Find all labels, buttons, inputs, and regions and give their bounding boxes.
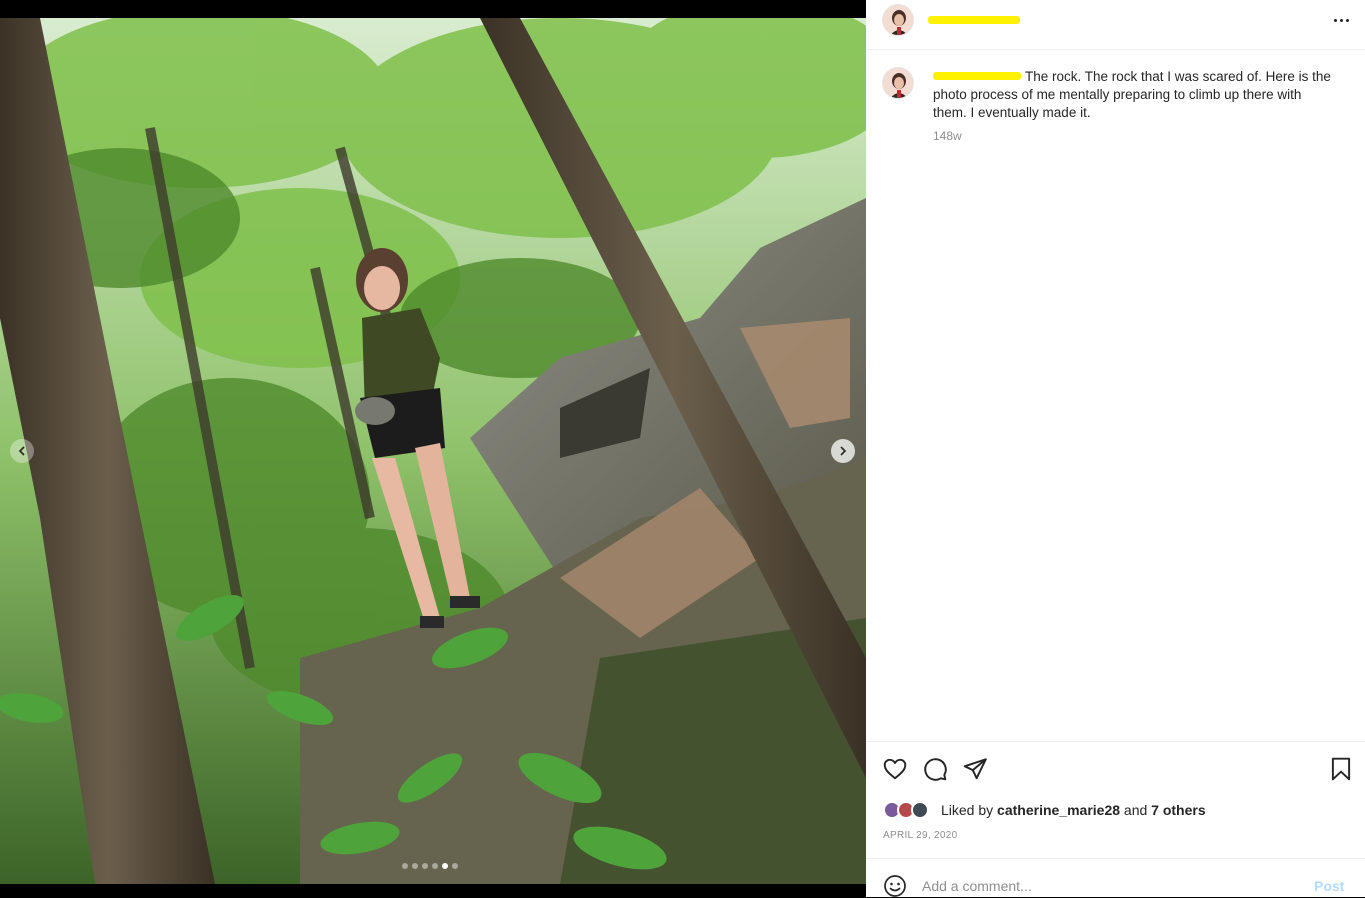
dot — [1345, 18, 1349, 22]
post-comment-button[interactable]: Post — [1314, 878, 1344, 894]
dot — [1339, 18, 1343, 22]
first-liker-link[interactable]: catherine_marie28 — [997, 802, 1120, 818]
avatar-image — [883, 5, 913, 35]
avatar-image — [883, 68, 913, 98]
post-modal: The rock. The rock that I was scared of.… — [0, 0, 1365, 897]
bookmark-icon[interactable] — [1328, 756, 1354, 782]
comment-input[interactable] — [922, 875, 1302, 897]
liked-by-prefix: Liked by — [941, 802, 994, 818]
paper-plane-icon[interactable] — [962, 756, 988, 782]
liked-joiner: and — [1123, 802, 1148, 818]
likes-summary: Liked by catherine_marie28 and 7 others — [883, 800, 1206, 820]
caption-username-redacted[interactable] — [933, 69, 1021, 83]
carousel-dot — [442, 863, 448, 869]
smiley-icon[interactable] — [883, 874, 907, 898]
carousel-prev-button[interactable] — [10, 439, 34, 463]
post-date[interactable]: APRIL 29, 2020 — [883, 830, 957, 841]
add-comment-bar: Post — [866, 858, 1365, 897]
caption-avatar[interactable] — [882, 67, 914, 99]
comment-bubble-icon[interactable] — [922, 756, 948, 782]
hiker-on-rock-photo — [0, 18, 866, 884]
chevron-right-icon — [840, 446, 847, 456]
carousel-dot — [422, 863, 428, 869]
post-actions: Liked by catherine_marie28 and 7 others … — [866, 741, 1365, 858]
redaction-mark — [928, 16, 1020, 24]
redaction-mark — [933, 72, 1021, 80]
heart-icon[interactable] — [882, 756, 908, 782]
comments-area: The rock. The rock that I was scared of.… — [866, 51, 1365, 741]
more-options-button[interactable] — [1328, 10, 1354, 30]
more-dots-icon — [1333, 18, 1337, 22]
carousel-dot — [412, 863, 418, 869]
liker-avatar — [911, 801, 929, 819]
liker-avatars[interactable] — [883, 800, 937, 820]
others-likes-link[interactable]: 7 others — [1151, 802, 1205, 818]
carousel-dot — [452, 863, 458, 869]
post-header — [866, 0, 1365, 50]
carousel-indicator — [402, 863, 458, 869]
chevron-left-icon — [18, 446, 25, 456]
author-avatar[interactable] — [882, 4, 914, 36]
post-side-panel: The rock. The rock that I was scared of.… — [866, 0, 1365, 897]
carousel-next-button[interactable] — [831, 439, 855, 463]
post-caption: The rock. The rock that I was scared of.… — [933, 68, 1338, 122]
carousel-dot — [402, 863, 408, 869]
post-photo[interactable] — [0, 18, 866, 884]
carousel-dot — [432, 863, 438, 869]
caption-age[interactable]: 148w — [933, 129, 962, 143]
